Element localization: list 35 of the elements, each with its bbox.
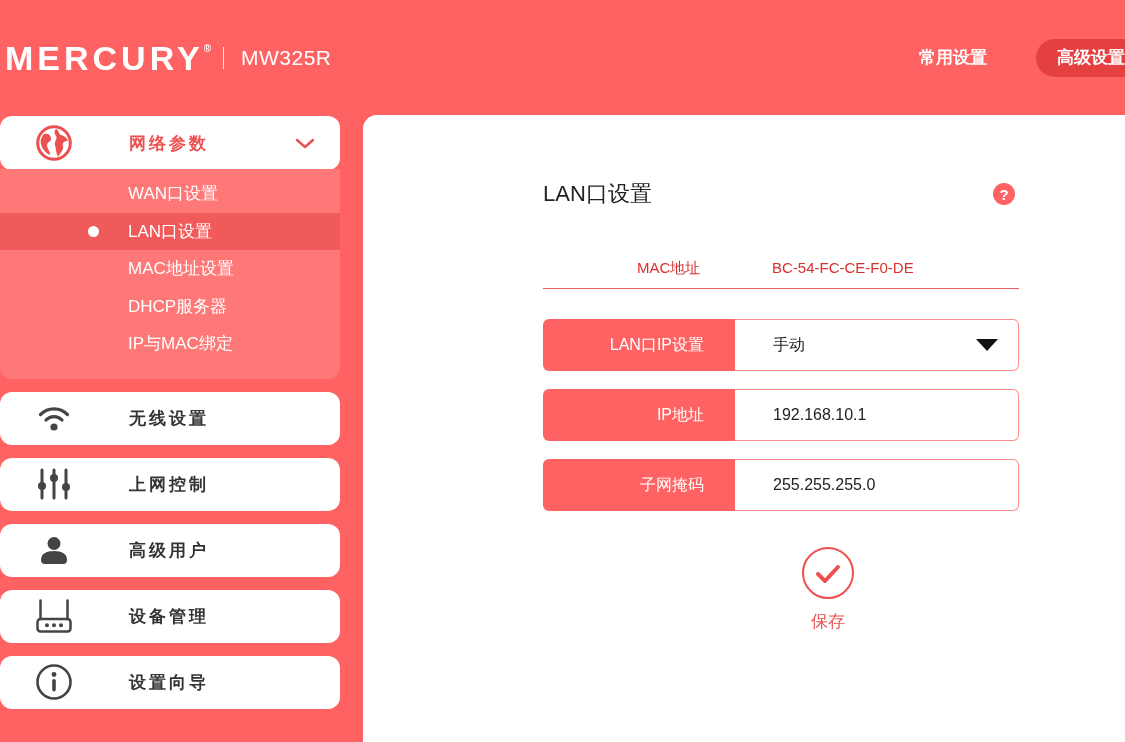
wifi-icon xyxy=(38,405,70,431)
user-icon xyxy=(40,536,68,564)
submenu-item[interactable]: DHCP服务器 xyxy=(0,287,340,325)
brand-logo: MERCURY$^{®}$ xyxy=(5,40,211,75)
help-button[interactable]: ? xyxy=(993,183,1015,205)
select-field[interactable]: 手动 xyxy=(735,319,1019,371)
sidebar-item[interactable]: 上网控制 xyxy=(0,457,340,511)
input-field[interactable]: 192.168.10.1 xyxy=(735,389,1019,441)
page-title: LAN口设置 xyxy=(543,181,652,207)
info-icon xyxy=(36,664,72,700)
sidebar-item[interactable]: 设置向导 xyxy=(0,655,340,709)
input-field[interactable]: 255.255.255.0 xyxy=(735,459,1019,511)
dot-icon xyxy=(88,225,99,237)
sidebar-item[interactable]: 网络参数 xyxy=(0,116,340,170)
field-label: IP地址 xyxy=(543,389,735,441)
caret-icon xyxy=(976,339,998,351)
sidebar-item[interactable]: 高级用户 xyxy=(0,523,340,577)
check-circle-icon xyxy=(802,547,854,599)
mac-value: BC-54-FC-CE-F0-DE xyxy=(772,258,914,278)
submenu-item[interactable]: MAC地址设置 xyxy=(0,250,340,288)
model-name: MW325R xyxy=(241,45,332,70)
save-button[interactable]: 保存 xyxy=(802,547,854,633)
nav-tab[interactable]: 高级设置 xyxy=(1036,38,1125,77)
sidebar-item[interactable]: 无线设置 xyxy=(0,391,340,445)
submenu-item[interactable]: IP与MAC绑定 xyxy=(0,325,340,363)
sidebar-item[interactable]: 设备管理 xyxy=(0,589,340,643)
mac-label: MAC地址 xyxy=(637,258,702,278)
field-label: LAN口IP设置 xyxy=(543,319,735,371)
globe-icon xyxy=(36,125,72,161)
sliders-icon xyxy=(37,468,71,500)
field-label: 子网掩码 xyxy=(543,459,735,511)
nav-tab[interactable]: 常用设置 xyxy=(898,38,987,77)
submenu-item[interactable]: WAN口设置 xyxy=(0,175,340,213)
router-icon xyxy=(36,599,72,633)
submenu-item[interactable]: LAN口设置 xyxy=(0,212,340,250)
